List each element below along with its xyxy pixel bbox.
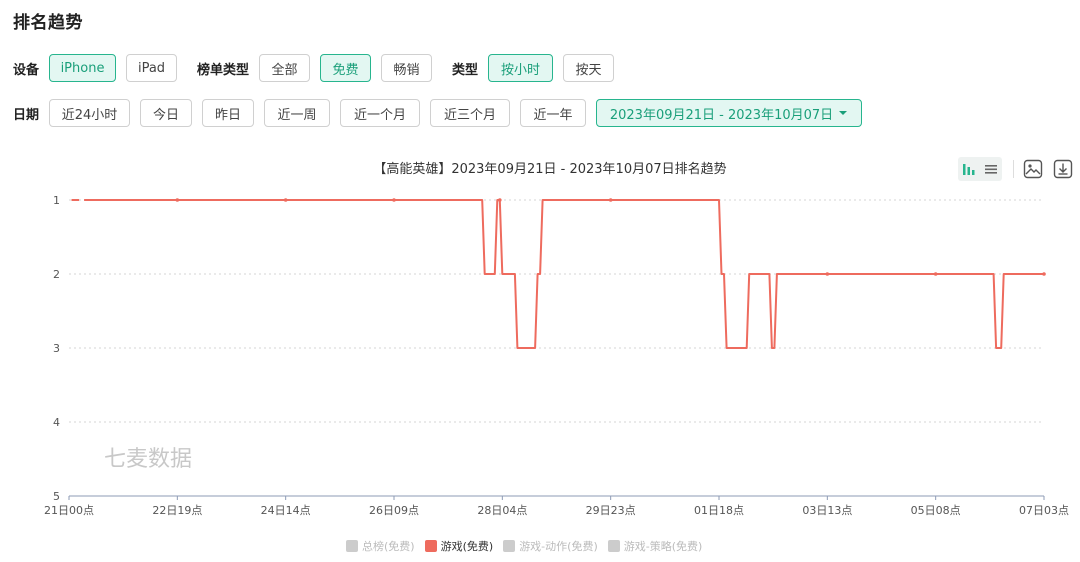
series-point (608, 198, 613, 202)
x-axis: 21日00点 22日19点 24日14点 26日09点 28日04点 29日23点 01日1… (44, 496, 1069, 517)
y-tick-label: 3 (53, 342, 60, 355)
chart-legend: 总榜(免费) 游戏(免费) 游戏-动作(免费) 游戏-策略(免费) (346, 538, 712, 554)
legend-swatch (503, 540, 516, 552)
series-line-game-free (71, 199, 1044, 349)
x-tick-label: 03日13点 (802, 504, 852, 517)
x-tick-label: 24日14点 (261, 504, 311, 517)
legend-item-total-free[interactable]: 总榜(免费) (346, 538, 415, 554)
legend-swatch (424, 540, 437, 552)
legend-item-game-strategy-free[interactable]: 游戏-策略(免费) (607, 538, 703, 554)
x-tick-label: 28日04点 (477, 504, 527, 517)
legend-swatch (346, 540, 358, 552)
x-tick-label: 26日09点 (369, 504, 419, 517)
series-point (498, 198, 502, 202)
y-tick-label: 4 (53, 416, 60, 429)
series-point (175, 198, 180, 202)
legend-label: 游戏(免费) (440, 540, 494, 553)
x-tick-label: 01日18点 (694, 504, 744, 517)
series-point (283, 198, 288, 202)
series-point (1042, 272, 1046, 276)
series-point (392, 198, 396, 202)
series-point (825, 272, 830, 276)
x-tick-label: 21日00点 (44, 504, 94, 517)
legend-label: 游戏-策略(免费) (623, 540, 703, 553)
chart-series (71, 198, 1046, 349)
legend-swatch (607, 540, 620, 552)
y-tick-label: 5 (53, 490, 60, 503)
x-tick-label: 29日23点 (586, 504, 636, 517)
x-tick-label: 22日19点 (152, 504, 202, 517)
y-tick-label: 2 (53, 268, 60, 281)
legend-label: 总榜(免费) (362, 540, 415, 553)
series-point (933, 272, 938, 276)
legend-item-game-action-free[interactable]: 游戏-动作(免费) (503, 538, 598, 554)
y-axis: 1 2 3 4 5 (53, 194, 60, 503)
watermark: 七麦数据 (104, 447, 192, 472)
x-tick-label: 05日08点 (911, 504, 961, 517)
legend-item-game-free[interactable]: 游戏(免费) (424, 538, 494, 554)
x-tick-label: 07日03点 (1019, 504, 1069, 517)
y-tick-label: 1 (53, 194, 60, 207)
rank-trend-chart: 1 2 3 4 5 21日00点 22日19点 24日14点 26日09点 28日04点 29日2… (44, 194, 1069, 517)
legend-label: 游戏-动作(免费) (519, 540, 598, 553)
chart-grid (69, 199, 1044, 497)
